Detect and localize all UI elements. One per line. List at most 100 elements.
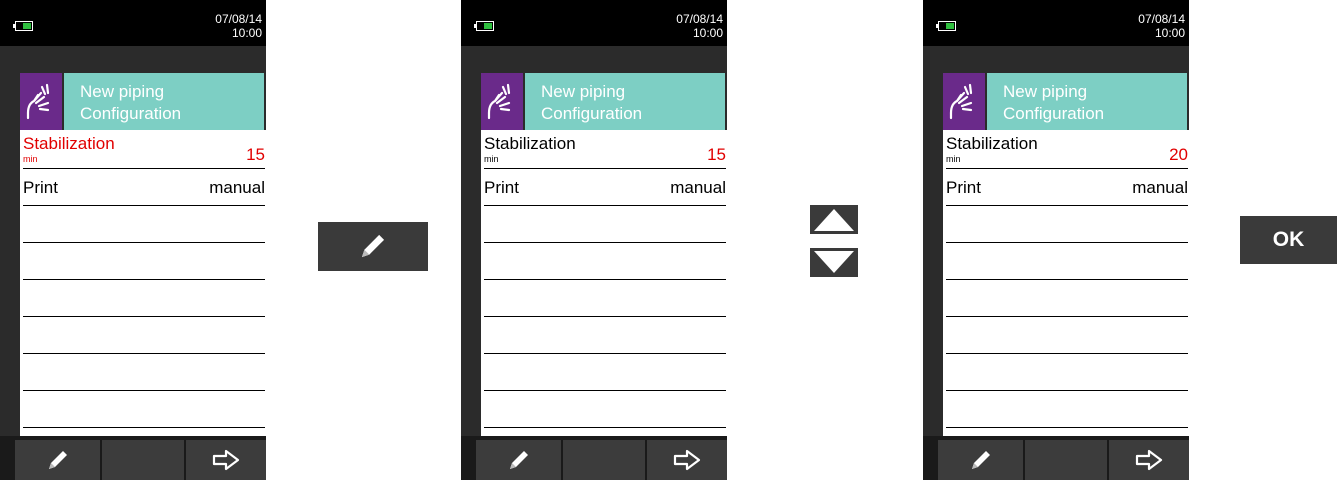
pencil-icon [361,234,385,258]
stabilization-unit: min [484,154,499,164]
row-divider [946,279,1188,280]
print-label: Print [946,178,981,197]
hand-tool-icon [481,73,523,132]
arrow-right-icon [673,449,701,471]
triangle-down-icon [814,251,854,273]
softkey-middle[interactable] [563,440,645,480]
battery-icon [13,21,33,31]
row-divider [23,353,265,354]
pencil-icon [48,451,67,469]
down-key[interactable] [810,248,858,277]
print-row[interactable]: Print manual [484,178,726,202]
title-line-2: Configuration [541,104,643,123]
row-divider [23,427,265,428]
status-bar: 07/08/14 10:00 [461,0,727,46]
up-key[interactable] [810,205,858,234]
arrow-right-icon [1135,449,1163,471]
row-divider [946,353,1188,354]
edit-key[interactable] [318,222,428,271]
softkey-next[interactable] [1109,440,1189,480]
stabilization-unit: min [23,154,38,164]
pencil-icon [509,451,528,469]
print-row[interactable]: Print manual [946,178,1188,202]
softkey-edit[interactable] [476,440,561,480]
softkey-next[interactable] [647,440,727,480]
stabilization-label: Stabilization [946,134,1038,153]
settings-list: Stabilization min 20 Print manual [943,130,1189,436]
row-divider [484,205,726,206]
row-divider [946,242,1188,243]
print-value: manual [209,178,265,197]
print-label: Print [484,178,519,197]
ok-button[interactable]: OK [1240,216,1337,264]
softkey-middle[interactable] [1025,440,1107,480]
arrow-right-icon [212,449,240,471]
menu-header: New piping Configuration [481,73,725,132]
status-bar: 07/08/14 10:00 [923,0,1189,46]
stabilization-unit: min [946,154,961,164]
row-divider [484,353,726,354]
stabilization-label: Stabilization [23,134,115,153]
softkey-next[interactable] [186,440,266,480]
title-line-1: New piping [541,82,626,101]
battery-icon [936,21,956,31]
title-line-1: New piping [1003,82,1088,101]
menu-title: New piping Configuration [987,73,1187,132]
title-line-2: Configuration [1003,104,1105,123]
pencil-icon [971,451,990,469]
row-divider [23,316,265,317]
row-divider [946,168,1188,169]
print-value: manual [1132,178,1188,197]
stabilization-row[interactable]: Stabilization min 20 [946,134,1188,168]
row-divider [946,205,1188,206]
softkey-edit[interactable] [938,440,1023,480]
device-screen-step-2: 07/08/14 10:00 New piping Configuration … [461,0,727,480]
print-label: Print [23,178,58,197]
softkey-bar [923,436,1189,480]
date-text: 07/08/14 [215,12,262,26]
hand-tool-icon [943,73,985,132]
device-screen-step-1: 07/08/14 10:00 New piping Configuration … [0,0,266,480]
time-text: 10:00 [1154,26,1185,40]
row-divider [484,427,726,428]
settings-list: Stabilization min 15 Print manual [481,130,727,436]
time-text: 10:00 [231,26,262,40]
row-divider [946,427,1188,428]
row-divider [946,316,1188,317]
stabilization-row[interactable]: Stabilization min 15 [484,134,726,168]
row-divider [484,168,726,169]
triangle-up-icon [814,209,854,231]
row-divider [484,242,726,243]
time-text: 10:00 [692,26,723,40]
print-row[interactable]: Print manual [23,178,265,202]
row-divider [23,168,265,169]
stabilization-label: Stabilization [484,134,576,153]
softkey-middle[interactable] [102,440,184,480]
stabilization-row[interactable]: Stabilization min 15 [23,134,265,168]
menu-header: New piping Configuration [943,73,1187,132]
menu-title: New piping Configuration [525,73,725,132]
battery-icon [474,21,494,31]
row-divider [23,242,265,243]
datetime: 07/08/14 10:00 [676,12,723,40]
print-value: manual [670,178,726,197]
stabilization-value: 15 [707,145,726,164]
date-text: 07/08/14 [1138,12,1185,26]
datetime: 07/08/14 10:00 [215,12,262,40]
softkey-bar [0,436,266,480]
stabilization-value: 20 [1169,145,1188,164]
device-screen-step-3: 07/08/14 10:00 New piping Configuration … [923,0,1189,480]
date-text: 07/08/14 [676,12,723,26]
datetime: 07/08/14 10:00 [1138,12,1185,40]
softkey-bar [461,436,727,480]
row-divider [484,390,726,391]
row-divider [484,316,726,317]
row-divider [23,390,265,391]
row-divider [23,205,265,206]
stabilization-value: 15 [246,145,265,164]
settings-list: Stabilization min 15 Print manual [20,130,266,436]
softkey-edit[interactable] [15,440,100,480]
row-divider [946,390,1188,391]
row-divider [484,279,726,280]
row-divider [23,279,265,280]
